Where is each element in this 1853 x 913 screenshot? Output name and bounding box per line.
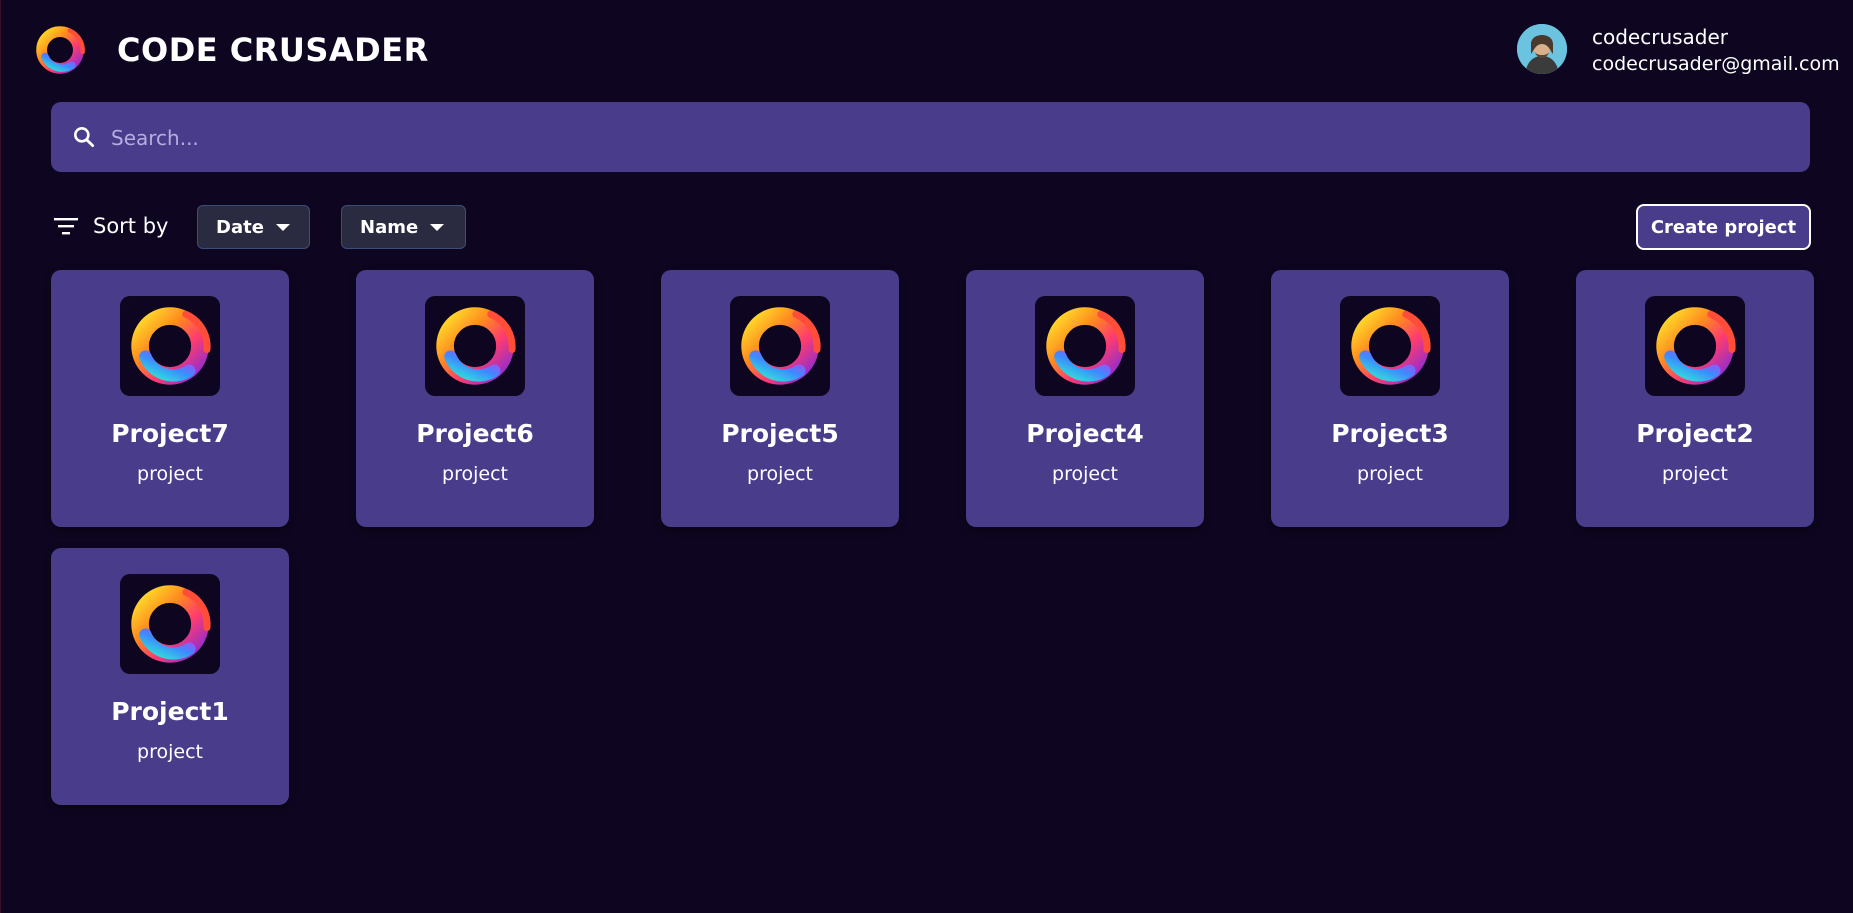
user-email: codecrusader@gmail.com	[1592, 53, 1840, 75]
project-card-title: Project4	[1026, 419, 1144, 448]
sort-name-dropdown[interactable]: Name	[341, 205, 466, 249]
project-card-title: Project7	[111, 419, 229, 448]
project-logo-icon	[120, 574, 220, 674]
project-card[interactable]: Project7 project	[51, 270, 289, 527]
project-card[interactable]: Project5 project	[661, 270, 899, 527]
project-card-type: project	[137, 463, 203, 485]
app-brand-title: CODE CRUSADER	[117, 31, 429, 69]
top-header: CODE CRUSADER codecrusader codecrusader@…	[1, 0, 1853, 100]
project-card-title: Project1	[111, 697, 229, 726]
project-logo-icon	[425, 296, 525, 396]
sort-date-label: Date	[216, 216, 264, 238]
app-logo-icon[interactable]	[33, 23, 87, 77]
project-card[interactable]: Project6 project	[356, 270, 594, 527]
create-project-button[interactable]: Create project	[1636, 204, 1811, 250]
project-logo-icon	[1645, 296, 1745, 396]
project-card[interactable]: Project1 project	[51, 548, 289, 805]
search-icon	[71, 124, 97, 150]
project-logo-icon	[730, 296, 830, 396]
project-card-type: project	[137, 741, 203, 763]
user-name: codecrusader	[1592, 25, 1729, 49]
project-card-type: project	[1662, 463, 1728, 485]
project-card-title: Project3	[1331, 419, 1449, 448]
user-avatar[interactable]	[1517, 24, 1567, 74]
project-card-type: project	[747, 463, 813, 485]
project-card[interactable]: Project4 project	[966, 270, 1204, 527]
search-input[interactable]	[109, 102, 1793, 174]
project-logo-icon	[1340, 296, 1440, 396]
project-card-type: project	[442, 463, 508, 485]
project-card-type: project	[1052, 463, 1118, 485]
search-bar[interactable]	[51, 102, 1810, 174]
project-logo-icon	[1035, 296, 1135, 396]
caret-down-icon	[275, 223, 290, 231]
project-card-title: Project2	[1636, 419, 1754, 448]
project-card[interactable]: Project2 project	[1576, 270, 1814, 527]
caret-down-icon	[430, 223, 445, 231]
project-dashboard: CODE CRUSADER codecrusader codecrusader@…	[0, 0, 1853, 913]
sort-by-label: Sort by	[93, 214, 169, 238]
sort-date-dropdown[interactable]: Date	[197, 205, 310, 249]
sort-name-label: Name	[360, 216, 419, 238]
filter-list-icon	[53, 215, 79, 237]
project-card-title: Project6	[416, 419, 534, 448]
project-card[interactable]: Project3 project	[1271, 270, 1509, 527]
project-card-type: project	[1357, 463, 1423, 485]
project-logo-icon	[120, 296, 220, 396]
project-card-title: Project5	[721, 419, 839, 448]
